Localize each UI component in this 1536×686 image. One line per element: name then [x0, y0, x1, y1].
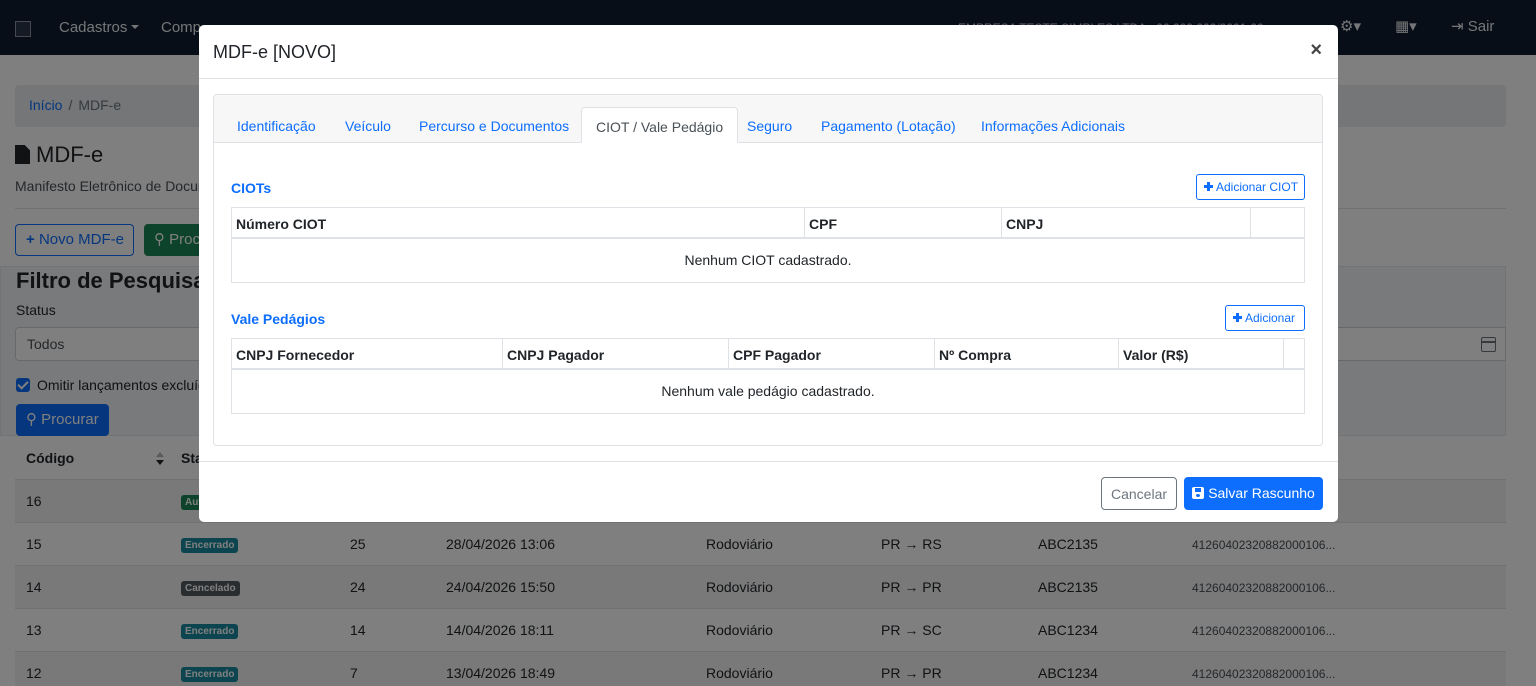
save-icon [1192, 487, 1205, 499]
save-draft-label: Salvar Rascunho [1208, 485, 1315, 501]
tab-pagamento-lotacao[interactable]: Pagamento (Lotação) [807, 107, 970, 143]
th-cnpj: CNPJ [1002, 208, 1251, 239]
close-icon[interactable]: × [1310, 40, 1322, 60]
tab-veiculo[interactable]: Veículo [331, 107, 405, 143]
th-cpf-pagador: CPF Pagador [729, 339, 935, 370]
vale-pedagios-title: Vale Pedágios [231, 311, 326, 327]
plus-icon [1204, 182, 1213, 191]
tab-ciot-vale-pedagio[interactable]: CIOT / Vale Pedágio [581, 107, 739, 143]
modal-card: Identificação Veículo Percurso e Documen… [213, 94, 1323, 446]
add-ciot-button[interactable]: Adicionar CIOT [1196, 174, 1305, 200]
th-numero-ciot: Número CIOT [232, 208, 805, 239]
add-ciot-label: Adicionar CIOT [1216, 180, 1299, 194]
ciot-empty-message: Nenhum CIOT cadastrado. [684, 252, 852, 268]
th-cpf: CPF [805, 208, 1002, 239]
ciot-table: Número CIOT CPF CNPJ Nenhum CIOT cadastr… [231, 207, 1305, 283]
th-actions [1284, 339, 1304, 370]
th-actions [1251, 208, 1304, 239]
plus-icon [1233, 313, 1242, 322]
tab-identificacao[interactable]: Identificação [223, 107, 330, 143]
modal-header: MDF-e [NOVO] × [199, 25, 1338, 79]
add-vale-pedagio-button[interactable]: Adicionar [1225, 305, 1305, 331]
save-draft-button[interactable]: Salvar Rascunho [1184, 477, 1323, 510]
cancel-button[interactable]: Cancelar [1101, 477, 1177, 510]
th-valor: Valor (R$) [1119, 339, 1284, 370]
th-numero-compra: Nº Compra [935, 339, 1119, 370]
tab-bar: Identificação Veículo Percurso e Documen… [214, 95, 1322, 143]
vale-empty-message: Nenhum vale pedágio cadastrado. [661, 383, 875, 399]
modal-footer: Cancelar Salvar Rascunho [199, 461, 1338, 522]
th-cnpj-pagador: CNPJ Pagador [503, 339, 729, 370]
modal-title: MDF-e [NOVO] [213, 42, 337, 62]
tab-percurso-documentos[interactable]: Percurso e Documentos [405, 107, 583, 143]
vale-pedagio-table: CNPJ Fornecedor CNPJ Pagador CPF Pagador… [231, 338, 1305, 414]
ciots-title: CIOTs [231, 180, 272, 196]
tab-seguro[interactable]: Seguro [733, 107, 806, 143]
tab-informacoes-adicionais[interactable]: Informações Adicionais [967, 107, 1139, 143]
add-vale-label: Adicionar [1245, 311, 1296, 325]
th-cnpj-fornecedor: CNPJ Fornecedor [232, 339, 503, 370]
mdfe-modal: MDF-e [NOVO] × Identificação Veículo Per… [199, 25, 1338, 522]
